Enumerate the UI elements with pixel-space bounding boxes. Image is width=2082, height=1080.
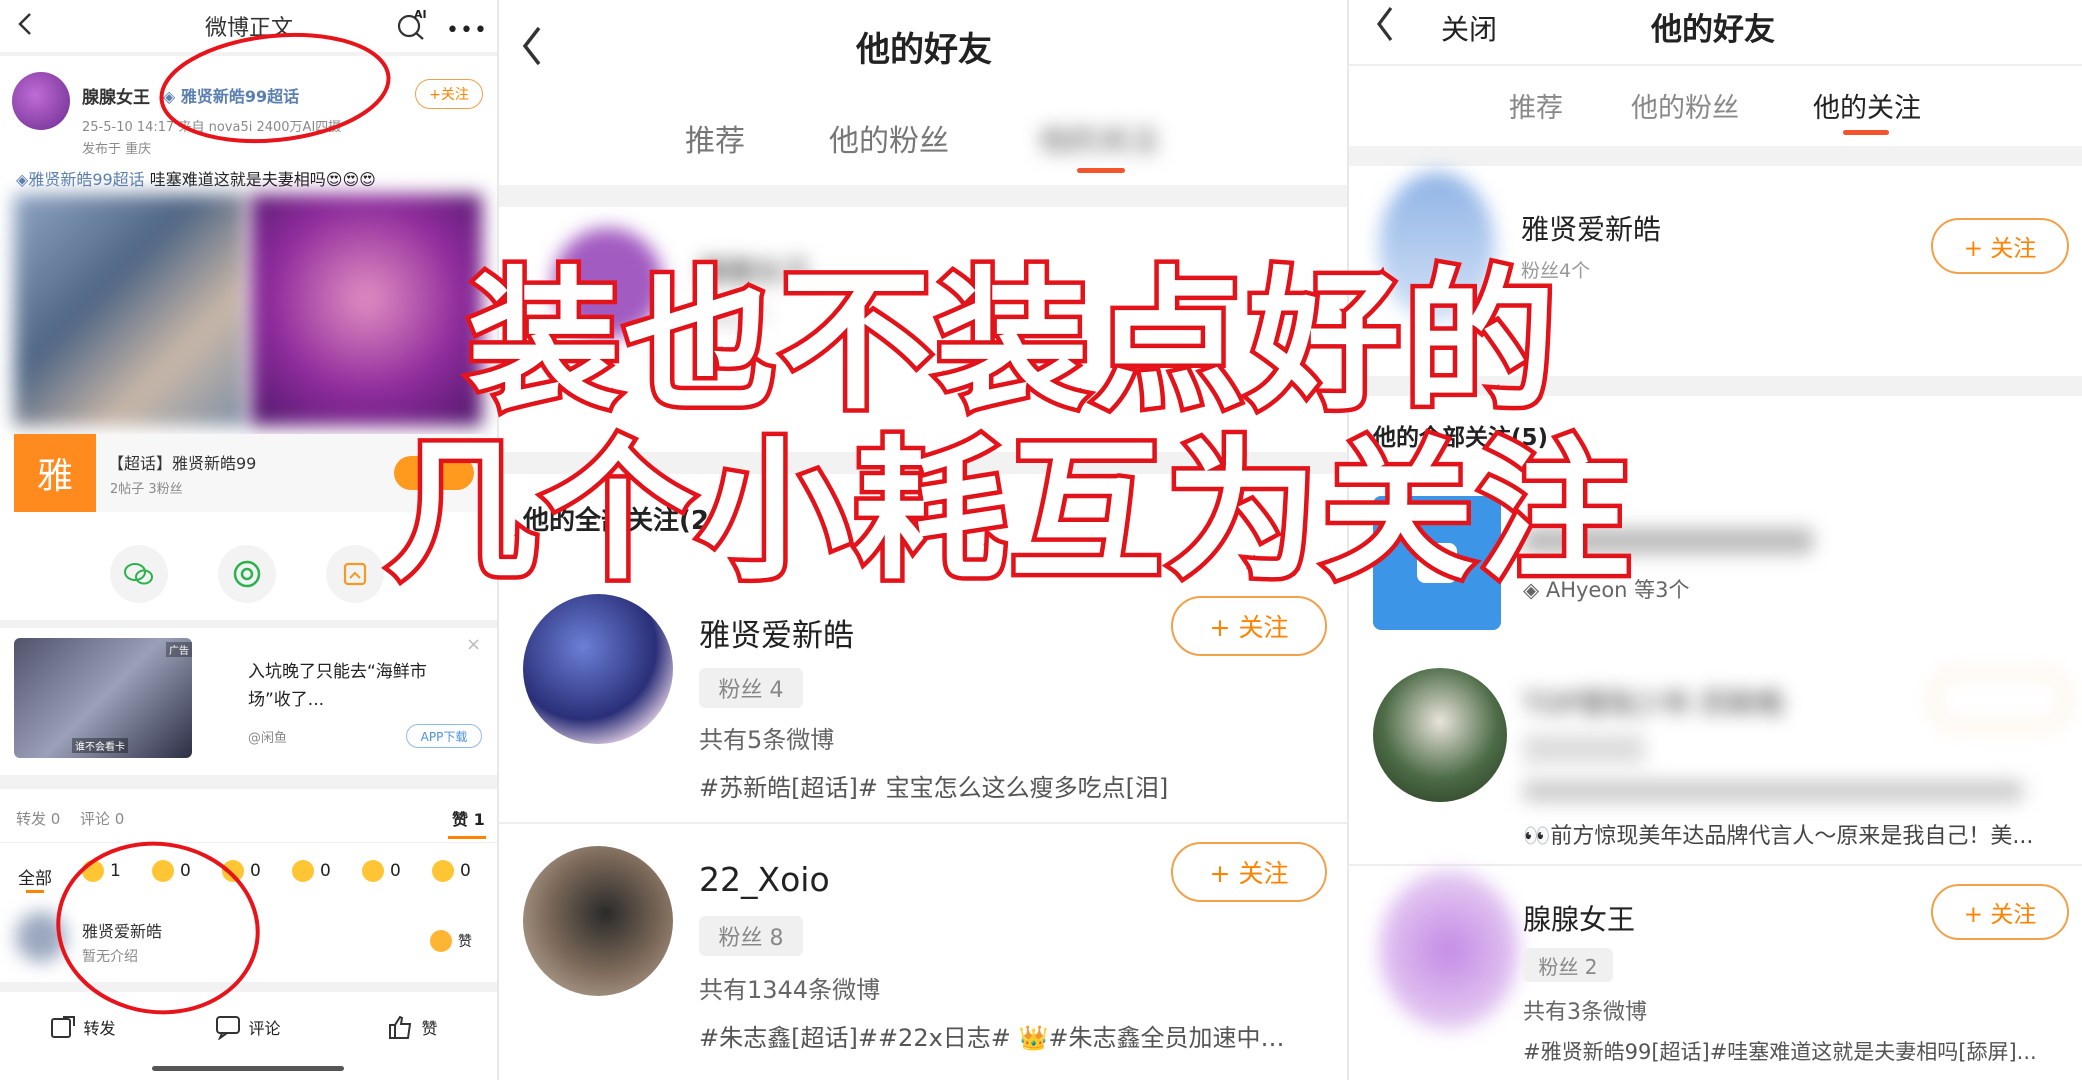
fans-tag: 粉丝 4 [699, 668, 803, 708]
page-title: 他的好友 [856, 30, 992, 70]
close-button[interactable]: 关闭 [1441, 8, 1497, 48]
author-avatar[interactable] [12, 72, 70, 130]
comment-count[interactable]: 评论 0 [80, 808, 124, 829]
follow-button[interactable]: + 关注 [1931, 218, 2069, 274]
like-label: 赞 [421, 1019, 438, 1038]
ai-label: AI [414, 8, 427, 21]
latest-post: #苏新皓[超话]# 宝宝怎么这么瘦多吃点[泪] [699, 774, 1169, 802]
reaction-count: 0 [320, 861, 331, 881]
tab-fans[interactable]: 他的粉丝 [1631, 86, 1739, 125]
follow-button[interactable]: + 关注 [1171, 842, 1327, 902]
ad-close-icon[interactable]: × [466, 634, 481, 655]
post-text: ◈雅贤新皓99超话 哇塞难道这就是夫妻相吗😍😍😍 [16, 166, 376, 190]
overlay-caption-line2: 几个小耗互为关注 [382, 419, 1635, 605]
supertopic-icon: 雅 [14, 434, 96, 512]
liker-like-mark: 赞 [430, 930, 472, 952]
liker-like-label: 赞 [458, 934, 472, 950]
reaction-heart[interactable]: 0 [362, 860, 432, 882]
tab-recommend[interactable]: 推荐 [1509, 86, 1563, 125]
back-icon[interactable] [1373, 4, 1397, 44]
latest-post: 👀前方惊现美年达品牌代言人～原来是我自己！美... [1523, 824, 2034, 849]
ad-source: @闲鱼 [248, 731, 288, 746]
reaction-sad[interactable]: 0 [292, 860, 362, 882]
like-button[interactable]: 赞 [330, 1014, 495, 1040]
ad-title[interactable]: 入坑晚了只能去“海鲜市场”收了... [248, 658, 458, 714]
angry-emoji-icon [432, 860, 454, 882]
ad-image-caption: 谁不会看卡 [72, 738, 128, 753]
user-name[interactable]: 腺腺女王 [1523, 898, 1635, 938]
post-topic-link[interactable]: ◈雅贤新皓99超话 [16, 170, 145, 189]
reaction-count: 0 [460, 861, 471, 881]
tab-indicator [1077, 168, 1125, 173]
tab-fans[interactable]: 他的粉丝 [829, 116, 949, 160]
back-icon[interactable] [14, 10, 36, 38]
ad-image[interactable]: 谁不会看卡 广告 [14, 638, 192, 758]
post-count-blurred [1523, 780, 2023, 802]
post-image-1[interactable] [14, 194, 246, 426]
user-name[interactable]: 22_Xoio [699, 860, 830, 899]
tab-indicator [1843, 130, 1889, 135]
tab-following[interactable]: 他的关注 [1039, 116, 1159, 160]
follow-button[interactable]: + 关注 [1931, 884, 2069, 940]
ai-search-icon[interactable]: AI [396, 8, 428, 42]
post-count: 共有3条微博 [1523, 1000, 1647, 1025]
repost-count[interactable]: 转发 0 [16, 808, 60, 829]
wechat-share-icon[interactable] [110, 545, 168, 603]
post-body: 哇塞难道这就是夫妻相吗😍😍😍 [144, 170, 376, 189]
user-avatar[interactable] [1379, 870, 1519, 1030]
tab-recommend[interactable]: 推荐 [685, 116, 745, 160]
follow-button-blurred[interactable] [1931, 672, 2069, 728]
page-title: 他的好友 [1651, 12, 1775, 48]
annotation-circle-bottom [56, 841, 260, 1015]
save-image-icon[interactable] [326, 545, 384, 603]
fans-tag: 粉丝 8 [699, 916, 803, 956]
post-location: 发布于 重庆 [82, 142, 152, 157]
fans-tag: 粉丝 2 [1523, 948, 1613, 982]
user-avatar[interactable] [523, 594, 673, 744]
latest-post: #朱志鑫[超话]##22x日志# 👑#朱志鑫全员加速中… [699, 1024, 1285, 1052]
user-name[interactable]: TOP登陆少年·苏新皓 [1523, 682, 1784, 722]
tab-following[interactable]: 他的关注 [1813, 86, 1921, 125]
post-count: 共有1344条微博 [699, 976, 881, 1004]
supertopic-title: 【超话】雅贤新皓99 [108, 454, 257, 473]
thumb-icon [430, 930, 452, 952]
fans-tag-blurred [1523, 734, 1645, 764]
reaction-count: 0 [390, 861, 401, 881]
user-avatar[interactable] [523, 846, 673, 996]
moments-share-icon[interactable] [218, 545, 276, 603]
thumbs-up-icon [389, 1015, 412, 1039]
user-name[interactable]: 雅贤爱新皓 [699, 610, 854, 655]
user-avatar[interactable] [1373, 668, 1507, 802]
reaction-angry[interactable]: 0 [432, 860, 497, 882]
ad-tag: 广告 [166, 642, 192, 657]
heart-emoji-icon [362, 860, 384, 882]
annotation-circle-top [159, 32, 391, 144]
post-count: 共有5条微博 [699, 726, 835, 754]
like-tab-indicator [448, 836, 486, 839]
home-indicator [152, 1066, 344, 1071]
more-icon[interactable]: ••• [446, 18, 488, 43]
ad-download-button[interactable]: APP下载 [406, 724, 482, 748]
supertopic-stats: 2帖子 3粉丝 [110, 482, 183, 497]
follow-author-button[interactable]: +关注 [415, 79, 483, 109]
sad-emoji-icon [292, 860, 314, 882]
latest-post: #雅贤新皓99[超话]#哇塞难道这就是夫妻相吗[舔屏]... [1523, 1040, 2037, 1064]
like-count[interactable]: 赞 1 [452, 806, 485, 830]
author-name[interactable]: 腺腺女王 [82, 83, 150, 108]
